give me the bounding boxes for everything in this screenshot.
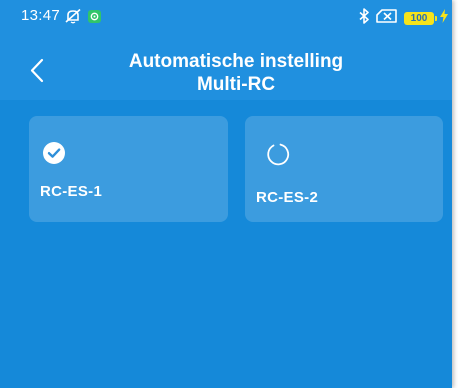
device-card-rc-es-2[interactable]: RC-ES-2 — [245, 116, 443, 222]
back-button[interactable] — [24, 56, 54, 86]
no-sim-icon — [376, 9, 398, 27]
chevron-left-icon — [30, 58, 44, 83]
battery-level: 100 — [410, 12, 428, 24]
notifications-off-icon — [64, 8, 82, 28]
battery-icon: 100 — [404, 11, 437, 25]
charging-icon — [440, 9, 448, 27]
device-label: RC-ES-1 — [40, 183, 103, 200]
app-screen: 13:47 100 Automatische instelling Multi-… — [0, 0, 452, 388]
loading-spinner-icon — [263, 139, 293, 169]
device-label: RC-ES-2 — [256, 189, 319, 206]
page-title: Automatische instelling Multi-RC — [60, 50, 412, 96]
page-title-line-2: Multi-RC — [196, 74, 276, 95]
device-card-rc-es-1[interactable]: RC-ES-1 — [29, 116, 228, 222]
status-time: 13:47 — [21, 7, 61, 24]
header: 13:47 100 Automatische instelling Multi-… — [0, 0, 452, 100]
status-bar: 13:47 100 — [0, 0, 452, 30]
app-notification-icon — [88, 9, 101, 27]
bluetooth-icon — [358, 8, 370, 28]
check-circle-icon — [41, 140, 67, 166]
page-title-line-1: Automatische instelling — [128, 51, 344, 72]
